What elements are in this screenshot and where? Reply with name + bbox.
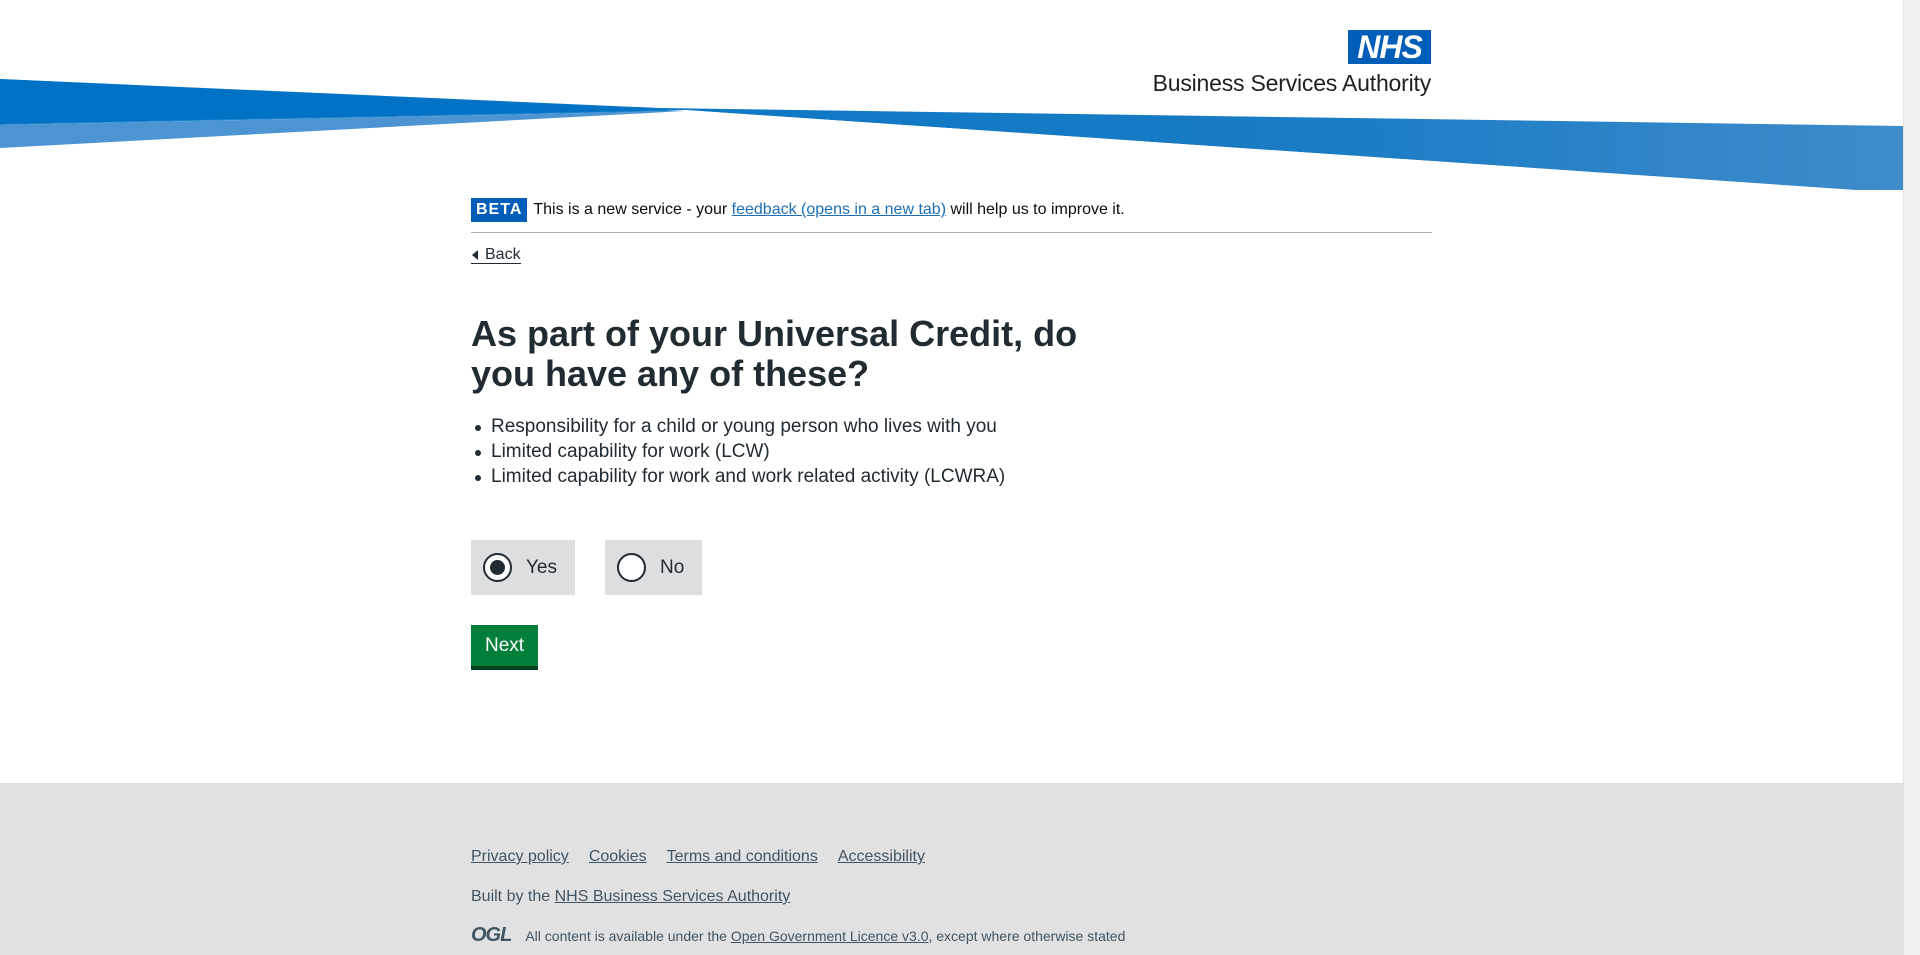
licence-suffix: , except where otherwise stated: [928, 927, 1126, 944]
vertical-scrollbar[interactable]: [1903, 0, 1920, 955]
nhsbsa-logo[interactable]: NHS Business Services Authority: [1129, 30, 1431, 100]
beta-tag: BETA: [471, 198, 528, 222]
page-title: As part of your Universal Credit, do you…: [471, 313, 1078, 394]
chevron-left-icon: [472, 250, 478, 260]
footer-link-terms[interactable]: Terms and conditions: [667, 848, 818, 866]
back-nav: Back: [471, 246, 1432, 264]
header-swoosh: [0, 79, 1903, 195]
licence-prefix: All content is available under the: [525, 927, 727, 944]
built-by: Built by the NHS Business Services Autho…: [471, 888, 790, 906]
back-link[interactable]: Back: [471, 246, 521, 264]
footer-links: Privacy policy Cookies Terms and conditi…: [471, 848, 925, 866]
beta-message: This is a new service - your feedback (o…: [533, 201, 1124, 218]
nhsbsa-link[interactable]: NHS Business Services Authority: [555, 888, 791, 905]
radio-yes[interactable]: Yes: [471, 540, 575, 595]
header: NHS Business Services Authority: [0, 0, 1903, 195]
radio-checked-icon[interactable]: [483, 553, 512, 582]
beta-text-before: This is a new service - your: [533, 201, 732, 218]
built-by-prefix: Built by the: [471, 888, 555, 905]
radio-yes-label: Yes: [526, 556, 557, 578]
footer: Privacy policy Cookies Terms and conditi…: [0, 783, 1903, 955]
ogl-logo-icon: OGL: [471, 924, 512, 946]
logo-org-name: Business Services Authority: [1152, 70, 1432, 96]
next-button[interactable]: Next: [471, 625, 539, 666]
radio-unchecked-icon[interactable]: [617, 553, 646, 582]
ogl-link[interactable]: Open Government Licence v3.0: [731, 928, 929, 944]
radio-no-label: No: [660, 556, 685, 578]
criteria-list: Responsibility for a child or young pers…: [471, 414, 1432, 489]
beta-text-after: will help us to improve it.: [946, 201, 1125, 218]
list-item: Limited capability for work and work rel…: [471, 464, 1432, 489]
beta-banner: BETA This is a new service - your feedbac…: [471, 198, 1432, 233]
nhs-logo-box: NHS: [1348, 30, 1431, 64]
radio-group: Yes No: [471, 540, 1432, 595]
feedback-link[interactable]: feedback (opens in a new tab): [732, 201, 946, 218]
footer-link-cookies[interactable]: Cookies: [589, 848, 647, 866]
radio-no[interactable]: No: [605, 540, 703, 595]
list-item: Limited capability for work (LCW): [471, 439, 1432, 464]
footer-link-accessibility[interactable]: Accessibility: [838, 848, 925, 866]
back-label: Back: [485, 246, 521, 263]
page: NHS Business Services Authority BETA This…: [0, 0, 1903, 955]
footer-link-privacy[interactable]: Privacy policy: [471, 848, 569, 866]
list-item: Responsibility for a child or young pers…: [471, 414, 1432, 439]
licence: OGL All content is available under the O…: [471, 924, 1125, 947]
